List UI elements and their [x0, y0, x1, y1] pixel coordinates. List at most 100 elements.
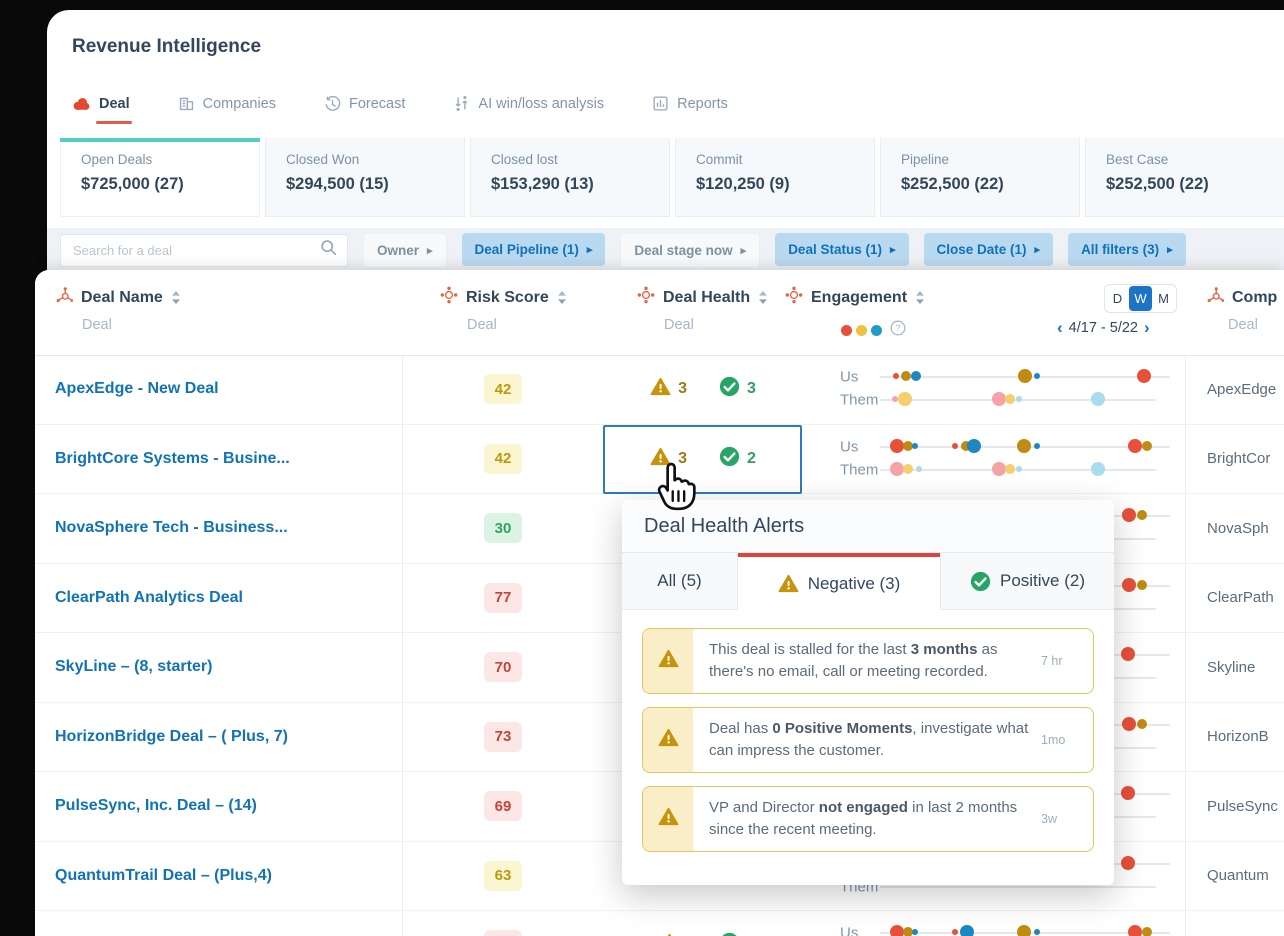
chevron-right-icon[interactable]: ›	[1144, 319, 1150, 336]
risk-score-cell[interactable]: 70	[437, 633, 569, 702]
table-row[interactable]: UsThem	[35, 911, 1284, 936]
col-title-risk-score[interactable]: Risk Score	[466, 289, 549, 307]
deal-name-link[interactable]: PulseSync, Inc. Deal – (14)	[55, 772, 257, 841]
risk-score-cell[interactable]: 42	[437, 355, 569, 424]
risk-score-badge[interactable]: 42	[484, 374, 522, 404]
risk-score-cell[interactable]: 77	[437, 564, 569, 633]
risk-score-cell[interactable]: 63	[437, 842, 569, 911]
period-toggle-d[interactable]: D	[1106, 286, 1129, 311]
filter-chip-deal-stage-now[interactable]: Deal stage now ▸	[620, 233, 760, 268]
engagement-cell[interactable]: UsThem	[805, 355, 1184, 424]
deal-name-link[interactable]: ClearPath Analytics Deal	[55, 564, 243, 633]
deal-name-link[interactable]: BrightCore Systems - Busine...	[55, 425, 290, 494]
filter-chip-owner[interactable]: Owner ▸	[363, 233, 447, 268]
alert-card: This deal is stalled for the last 3 mont…	[642, 628, 1094, 694]
deal-name-link[interactable]: ApexEdge - New Deal	[55, 355, 219, 424]
col-title-deal-name[interactable]: Deal Name	[81, 289, 163, 307]
alert-card: VP and Director not engaged in last 2 mo…	[642, 786, 1094, 852]
nav-tab-ai-win-loss-analysis[interactable]: AI win/loss analysis	[453, 95, 604, 124]
period-toggle-m[interactable]: M	[1152, 286, 1175, 311]
risk-score-cell[interactable]: 42	[437, 425, 569, 494]
risk-score-badge[interactable]: 69	[484, 791, 522, 821]
engagement-track	[880, 376, 1170, 378]
deal-health-cell[interactable]: 33	[603, 355, 803, 424]
summary-card-commit[interactable]: Commit $120,250 (9)	[675, 138, 875, 217]
nav-tab-forecast[interactable]: Forecast	[324, 95, 405, 124]
nav-tab-reports[interactable]: Reports	[652, 95, 728, 124]
risk-score-badge[interactable]: 70	[484, 652, 522, 682]
active-card-bar	[470, 138, 670, 142]
engagement-dot-blue	[960, 925, 974, 936]
popup-tab-positive-2-[interactable]: Positive (2)	[940, 553, 1114, 610]
col-title-company[interactable]: Comp	[1232, 289, 1277, 307]
engagement-dot-mustard	[1017, 439, 1031, 453]
company-cell: NovaSph	[1207, 494, 1269, 563]
col-engagement: Engagement	[785, 286, 925, 309]
nav-tab-deal[interactable]: Deal	[72, 96, 130, 124]
sort-icon[interactable]	[915, 290, 925, 305]
search-input[interactable]	[71, 242, 320, 259]
filter-chip-all-filters-3-[interactable]: All filters (3) ▸	[1068, 233, 1186, 266]
search-box[interactable]	[60, 234, 348, 267]
risk-score-badge[interactable]: 30	[484, 513, 522, 543]
risk-score-badge[interactable]: 77	[484, 583, 522, 613]
deal-name-link[interactable]: NovaSphere Tech - Business...	[55, 494, 288, 563]
summary-card-open-deals[interactable]: Open Deals $725,000 (27)	[60, 138, 260, 217]
sort-icon[interactable]	[171, 290, 181, 305]
filter-chip-close-date-1-[interactable]: Close Date (1) ▸	[924, 233, 1054, 266]
risk-score-badge[interactable]: 73	[484, 722, 522, 752]
risk-score-badge[interactable]	[484, 930, 522, 936]
popup-title: Deal Health Alerts	[622, 500, 1114, 553]
table-row[interactable]: BrightCore Systems - Busine... 42 32 UsT…	[35, 425, 1284, 495]
table-row[interactable]: ApexEdge - New Deal 42 33 UsThem ApexEdg…	[35, 355, 1284, 425]
engagement-dot-red	[1122, 508, 1136, 522]
risk-score-badge[interactable]: 42	[484, 444, 522, 474]
popup-tab-all-5-[interactable]: All (5)	[622, 553, 738, 610]
deal-name-link[interactable]: SkyLine – (8, starter)	[55, 633, 212, 702]
summary-cards-row: Open Deals $725,000 (27) Closed Won $294…	[60, 138, 1284, 217]
summary-card-pipeline[interactable]: Pipeline $252,500 (22)	[880, 138, 1080, 217]
engagement-cell[interactable]: UsThem	[805, 911, 1184, 936]
property-icon	[440, 286, 458, 309]
risk-score-cell[interactable]: 69	[437, 772, 569, 841]
deal-name-link[interactable]: HorizonBridge Deal – ( Plus, 7)	[55, 703, 288, 772]
filter-chip-deal-status-1-[interactable]: Deal Status (1) ▸	[775, 233, 908, 266]
question-icon[interactable]: ?	[890, 320, 906, 341]
risk-score-cell[interactable]: 30	[437, 494, 569, 563]
engagement-track	[880, 399, 1156, 401]
engagement-dot-blue	[1034, 443, 1040, 449]
deal-health-alerts-popup: Deal Health Alerts All (5) Negative (3) …	[622, 500, 1114, 885]
engagement-dot-red	[952, 443, 958, 449]
summary-card-closed-won[interactable]: Closed Won $294,500 (15)	[265, 138, 465, 217]
check-icon	[719, 376, 740, 402]
positive-count: 2	[747, 450, 756, 468]
sort-icon[interactable]	[758, 290, 768, 305]
filter-bar: Owner ▸ Deal Pipeline (1) ▸ Deal stage n…	[47, 228, 1284, 272]
filter-chip-deal-pipeline-1-[interactable]: Deal Pipeline (1) ▸	[462, 233, 606, 266]
engagement-them-label: Them	[840, 461, 878, 478]
companies-icon	[178, 95, 195, 112]
col-title-deal-health[interactable]: Deal Health	[663, 289, 750, 307]
nav-tab-companies[interactable]: Companies	[178, 95, 276, 124]
deal-name-link[interactable]: QuantumTrail Deal – (Plus,4)	[55, 842, 272, 911]
summary-card-label: Closed lost	[491, 152, 669, 167]
company-cell: PulseSync	[1207, 772, 1278, 841]
risk-score-badge[interactable]: 63	[484, 861, 522, 891]
popup-tab-negative-3-[interactable]: Negative (3)	[738, 553, 940, 610]
engagement-cell[interactable]: UsThem	[805, 425, 1184, 494]
check-icon	[970, 571, 991, 592]
warning-icon	[650, 447, 671, 471]
risk-score-cell[interactable]: 73	[437, 703, 569, 772]
summary-card-best-case[interactable]: Best Case $252,500 (22)	[1085, 138, 1284, 217]
risk-score-cell[interactable]	[437, 911, 569, 936]
deal-health-cell[interactable]: 32	[603, 425, 803, 494]
engagement-dot-lblue	[1016, 396, 1022, 402]
summary-card-closed-lost[interactable]: Closed lost $153,290 (13)	[470, 138, 670, 217]
chevron-left-icon[interactable]: ‹	[1057, 319, 1063, 336]
sort-icon[interactable]	[557, 290, 567, 305]
deal-logo-icon	[72, 96, 91, 112]
engagement-dot-red	[1121, 856, 1135, 870]
period-toggle-w[interactable]: W	[1129, 286, 1152, 311]
deal-health-cell[interactable]	[603, 911, 803, 936]
col-title-engagement[interactable]: Engagement	[811, 289, 907, 307]
